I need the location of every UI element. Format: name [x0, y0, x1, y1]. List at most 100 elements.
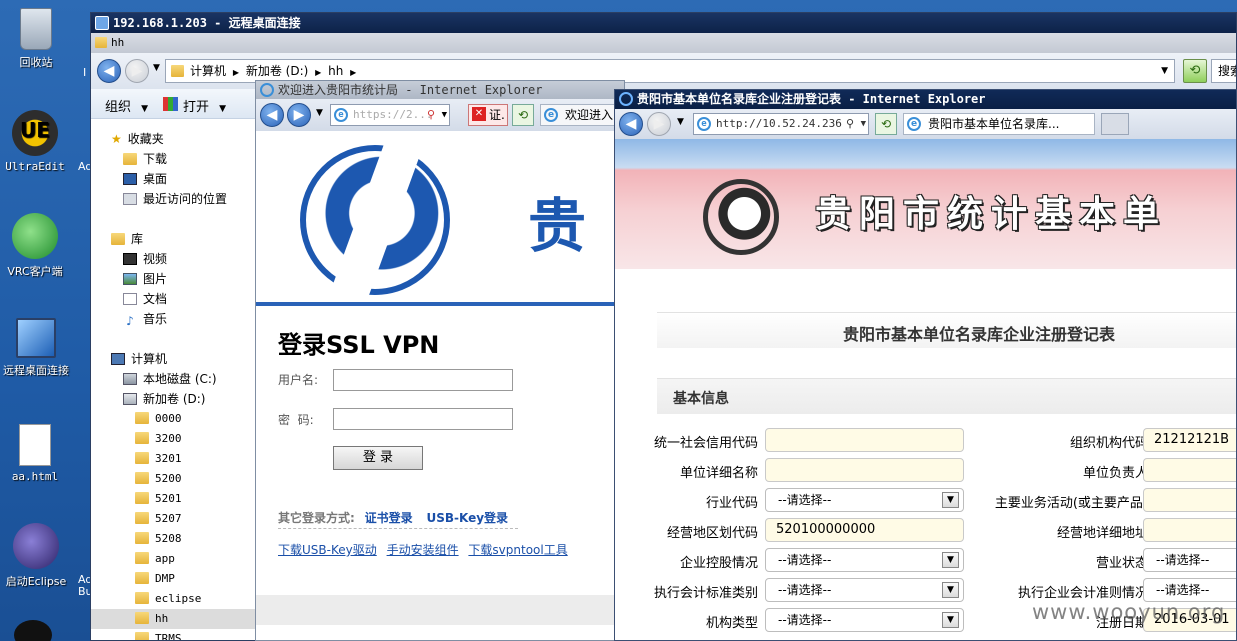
desktop-icon-ultraedit[interactable]: UE UltraEdit: [0, 110, 75, 173]
folder-item[interactable]: 5201: [135, 489, 182, 509]
main-business-input[interactable]: [1143, 488, 1236, 512]
nav-item-videos[interactable]: 视频: [123, 249, 167, 269]
open-button[interactable]: 打开 ▼: [163, 96, 226, 115]
folder-item[interactable]: 5200: [135, 469, 182, 489]
folder-item[interactable]: 0000: [135, 409, 182, 429]
ie-window-vpn: 欢迎进入贵阳市统计局 - Internet Explorer ◀ ▶ ▼ e h…: [255, 80, 625, 641]
manual-install-link[interactable]: 手动安装组件: [387, 543, 459, 557]
ie-icon: [260, 83, 274, 97]
accounting-standard-select[interactable]: --请选择-- ▼: [765, 578, 964, 602]
folder-item[interactable]: 3200: [135, 429, 182, 449]
desktop-icon-aa-html[interactable]: aa.html: [0, 424, 75, 483]
usbkey-login-link[interactable]: USB-Key登录: [426, 511, 508, 525]
nav-drive-c[interactable]: 本地磁盘 (C:): [123, 369, 217, 389]
chevron-right-icon[interactable]: ▶: [350, 68, 356, 77]
chevron-right-icon[interactable]: ▶: [315, 68, 321, 77]
username-input[interactable]: [333, 369, 513, 391]
explorer-titlebar[interactable]: hh: [91, 33, 1236, 53]
chevron-down-icon[interactable]: ▼: [442, 105, 447, 125]
desktop-icon-remote-desktop[interactable]: 远程桌面连接: [0, 318, 76, 378]
nav-item-pictures[interactable]: 图片: [123, 269, 167, 289]
ie-reg-titlebar[interactable]: 贵阳市基本单位名录库企业注册登记表 - Internet Explorer: [615, 90, 1236, 109]
folder-item[interactable]: DMP: [135, 569, 175, 589]
field-label-accounting-standard: 执行会计标准类别: [653, 586, 758, 601]
folder-item-selected[interactable]: hh: [91, 609, 261, 629]
holding-select[interactable]: --请选择-- ▼: [765, 548, 964, 572]
industry-code-select[interactable]: --请选择-- ▼: [765, 488, 964, 512]
folder-item[interactable]: 5207: [135, 509, 182, 529]
ie-vpn-tab[interactable]: e 欢迎进入: [540, 104, 624, 126]
nav-favorites[interactable]: ★ 收藏夹: [111, 129, 164, 149]
nav-item-music[interactable]: ♪ 音乐: [123, 309, 167, 329]
organize-button[interactable]: 组织 ▼: [105, 96, 148, 115]
cert-login-link[interactable]: 证书登录: [365, 511, 413, 525]
explorer-back-button[interactable]: ◀: [97, 59, 121, 83]
chevron-down-icon[interactable]: ▼: [861, 114, 866, 134]
chevron-down-icon[interactable]: ▼: [316, 108, 323, 118]
login-button[interactable]: 登 录: [333, 446, 423, 470]
ie-vpn-refresh-button[interactable]: ⟲: [512, 104, 534, 126]
business-status-select[interactable]: --请选择--: [1143, 548, 1236, 572]
chevron-down-icon[interactable]: ▼: [677, 117, 684, 127]
folder-item[interactable]: TRMS: [135, 629, 182, 640]
explorer-search-input[interactable]: 搜索: [1211, 59, 1236, 83]
ie-reg-address-bar[interactable]: e http://10.52.24.236 ⚲ ▼: [693, 113, 869, 135]
ie-vpn-titlebar[interactable]: 欢迎进入贵阳市统计局 - Internet Explorer: [256, 81, 624, 99]
folder-item[interactable]: app: [135, 549, 175, 569]
folder-icon: [135, 512, 149, 524]
breadcrumb-item[interactable]: 计算机: [190, 64, 226, 78]
accounting-rules-select[interactable]: --请选择--: [1143, 578, 1236, 602]
folder-item[interactable]: 3201: [135, 449, 182, 469]
unit-name-input[interactable]: [765, 458, 964, 482]
folder-item[interactable]: 5208: [135, 529, 182, 549]
breadcrumb-item[interactable]: 新加卷 (D:): [246, 64, 308, 78]
field-label-holding: 企业控股情况: [679, 556, 758, 571]
credit-code-input[interactable]: [765, 428, 964, 452]
nav-item-desktop[interactable]: 桌面: [123, 169, 167, 189]
desktop-icon-vrc[interactable]: VRC客户端: [0, 213, 75, 279]
ie-vpn-forward-button[interactable]: ▶: [287, 103, 311, 127]
search-icon[interactable]: ⚲: [427, 105, 435, 125]
nav-item-downloads[interactable]: 下载: [123, 149, 167, 169]
folder-icon: [95, 37, 107, 48]
download-svpntool-link[interactable]: 下载svpntool工具: [468, 543, 567, 557]
ie-reg-forward-button[interactable]: ▶: [647, 112, 671, 136]
address-input[interactable]: [1143, 518, 1236, 542]
chevron-down-icon[interactable]: ▼: [153, 63, 160, 73]
nav-libraries[interactable]: 库: [111, 229, 143, 249]
folder-item[interactable]: eclipse: [135, 589, 201, 609]
download-usbkey-driver-link[interactable]: 下载USB-Key驱动: [278, 543, 377, 557]
explorer-forward-button[interactable]: ▶: [125, 59, 149, 83]
password-label: 密 码:: [278, 413, 314, 427]
field-label-responsible-person: 单位负责人: [1082, 466, 1148, 481]
search-icon[interactable]: ⚲: [846, 114, 854, 134]
responsible-person-input[interactable]: [1143, 458, 1236, 482]
ie-reg-back-button[interactable]: ◀: [619, 112, 643, 136]
remote-desktop-titlebar[interactable]: 192.168.1.203 - 远程桌面连接: [91, 13, 1236, 33]
chevron-down-icon[interactable]: ▼: [1161, 60, 1168, 82]
ie-reg-toolbar: ◀ ▶ ▼ e http://10.52.24.236 ⚲ ▼ ⟲ e 贵阳市基…: [615, 109, 1236, 139]
new-tab-button[interactable]: [1101, 113, 1129, 135]
password-input[interactable]: [333, 408, 513, 430]
nav-drive-d[interactable]: 新加卷 (D:): [123, 389, 205, 409]
monitor-icon: [95, 16, 109, 30]
ie-reg-tab[interactable]: e 贵阳市基本单位名录库...: [903, 113, 1095, 135]
org-type-select[interactable]: --请选择-- ▼: [765, 608, 964, 632]
nav-item-recent[interactable]: 最近访问的位置: [123, 189, 227, 209]
desktop-icon-label: 回收站: [19, 56, 53, 69]
ie-vpn-back-button[interactable]: ◀: [260, 103, 284, 127]
region-code-input[interactable]: 520100000000: [765, 518, 964, 542]
desktop-icon: [123, 173, 137, 185]
refresh-button[interactable]: ⟲: [1183, 59, 1207, 83]
chevron-down-icon: ▼: [942, 582, 959, 598]
desktop-icon-eclipse[interactable]: 启动Eclipse: [0, 523, 76, 589]
org-code-input[interactable]: 21212121B: [1143, 428, 1236, 452]
ie-vpn-address-bar[interactable]: e https://2... ⚲ ▼: [330, 104, 450, 126]
chevron-right-icon[interactable]: ▶: [233, 68, 239, 77]
ie-reg-refresh-button[interactable]: ⟲: [875, 113, 897, 135]
breadcrumb-item[interactable]: hh: [328, 64, 343, 78]
nav-item-documents[interactable]: 文档: [123, 289, 167, 309]
nav-computer[interactable]: 计算机: [111, 349, 167, 369]
certificate-error-button[interactable]: ✕ 证.: [468, 104, 508, 126]
desktop-icon-recycle-bin[interactable]: 回收站: [0, 8, 76, 70]
